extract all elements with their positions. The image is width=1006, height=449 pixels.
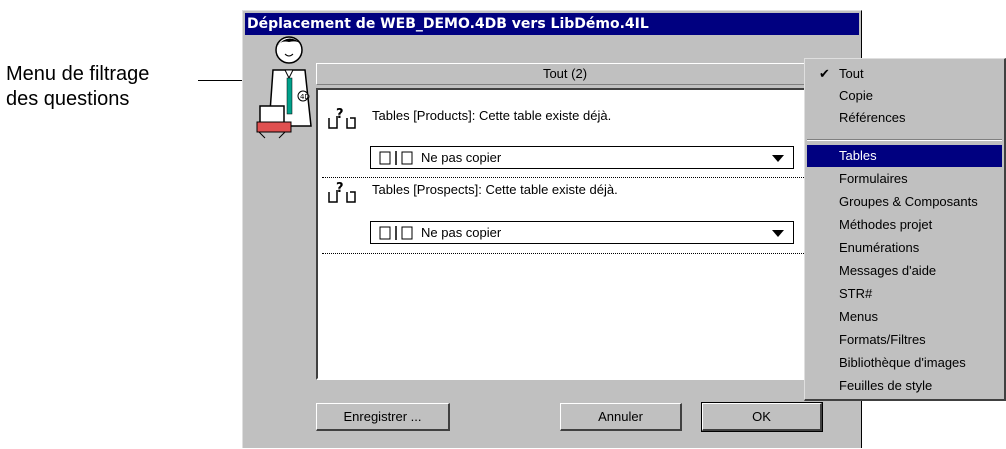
questions-panel: ? Tables [Products]: Cette table existe … — [316, 88, 814, 380]
svg-text:?: ? — [336, 181, 344, 196]
question-text-products: Tables [Products]: Cette table existe dé… — [372, 108, 612, 123]
menu-item-formats-filtres[interactable]: Formats/Filtres — [807, 329, 1002, 351]
question-link-icon: ? — [328, 107, 356, 129]
question-text-prospects: Tables [Prospects]: Cette table existe d… — [372, 182, 618, 197]
question-action-value: Ne pas copier — [421, 225, 502, 240]
chevron-down-icon — [772, 155, 784, 162]
svg-text:4D: 4D — [300, 93, 310, 101]
callout-line-2: des questions — [6, 88, 130, 110]
menu-item-enumerations[interactable]: Enumérations — [807, 237, 1002, 259]
question-action-select-products[interactable]: Ne pas copier — [370, 146, 794, 169]
question-action-select-prospects[interactable]: Ne pas copier — [370, 221, 794, 244]
menu-item-messages-aide[interactable]: Messages d'aide — [807, 260, 1002, 282]
menu-item-methodes-projet[interactable]: Méthodes projet — [807, 214, 1002, 236]
filter-label: Tout (2) — [542, 66, 588, 81]
chevron-down-icon — [772, 230, 784, 237]
checkmark-icon: ✔ — [819, 66, 830, 81]
svg-text:?: ? — [336, 107, 344, 122]
menu-item-references[interactable]: Références — [807, 107, 1002, 129]
save-button[interactable]: Enregistrer ... — [316, 403, 450, 431]
menu-item-tout[interactable]: ✔ Tout — [807, 63, 1002, 85]
menu-item-formulaires[interactable]: Formulaires — [807, 168, 1002, 190]
cancel-button[interactable]: Annuler — [560, 403, 682, 431]
menu-item-str[interactable]: STR# — [807, 283, 1002, 305]
callout-annotation: Menu de filtrage des questions — [6, 62, 149, 112]
window-title: Déplacement de WEB_DEMO.4DB vers LibDémo… — [245, 13, 859, 35]
document-copy-icon — [379, 226, 413, 240]
question-divider — [322, 177, 812, 178]
document-copy-icon — [379, 151, 413, 165]
menu-item-copie[interactable]: Copie — [807, 85, 1002, 107]
question-divider — [322, 253, 812, 254]
filter-dropdown-menu: ✔ Tout Copie Références Tables Formulair… — [804, 58, 1006, 401]
menu-item-menus[interactable]: Menus — [807, 306, 1002, 328]
menu-item-feuilles-style[interactable]: Feuilles de style — [807, 375, 1002, 397]
ok-button[interactable]: OK — [701, 402, 823, 432]
menu-separator — [807, 139, 1002, 141]
menu-item-groupes-composants[interactable]: Groupes & Composants — [807, 191, 1002, 213]
question-link-icon: ? — [328, 181, 356, 203]
question-action-value: Ne pas copier — [421, 150, 502, 165]
callout-line-1: Menu de filtrage — [6, 63, 150, 85]
menu-item-tables[interactable]: Tables — [807, 145, 1002, 167]
menu-item-bibliotheque-images[interactable]: Bibliothèque d'images — [807, 352, 1002, 374]
question-filter-menu[interactable]: Tout (2) — [316, 63, 814, 85]
